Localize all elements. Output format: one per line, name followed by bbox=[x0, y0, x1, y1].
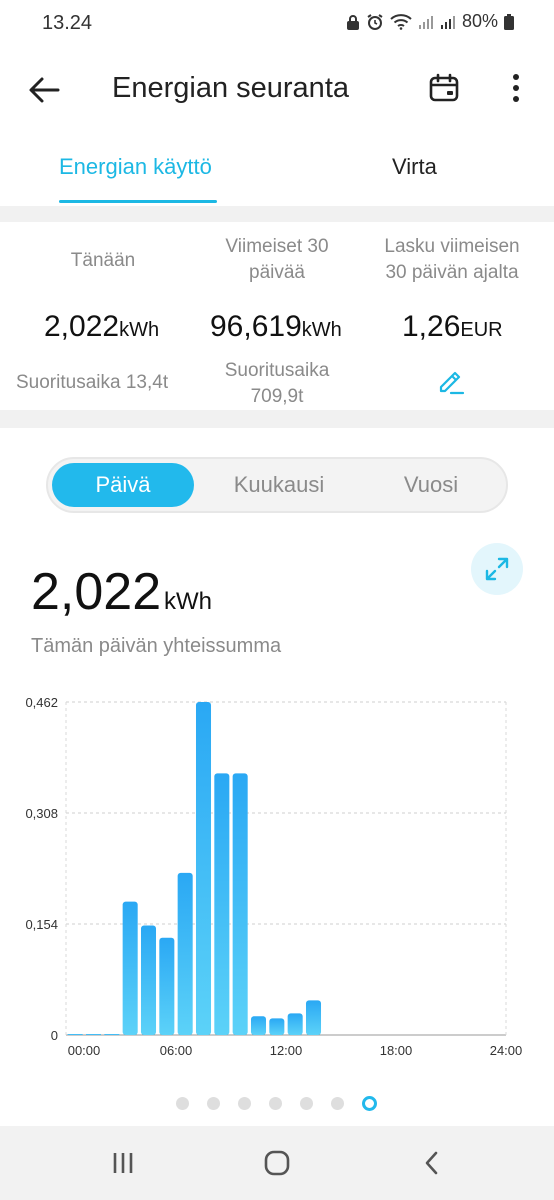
bar-hour-13[interactable] bbox=[305, 1000, 322, 1035]
today-value-number: 2,022 bbox=[44, 310, 120, 343]
back-nav-button[interactable] bbox=[412, 1146, 452, 1180]
last30-runtime-line2: 709,9t bbox=[250, 386, 304, 407]
last30-value: 96,619kWh bbox=[210, 310, 342, 344]
battery-icon bbox=[504, 13, 514, 30]
x-tick-label: 24:00 bbox=[490, 1043, 523, 1058]
chevron-left-icon bbox=[425, 1151, 438, 1175]
alarm-icon bbox=[366, 13, 384, 31]
x-tick-label: 06:00 bbox=[160, 1043, 193, 1058]
bar-hour-09[interactable] bbox=[232, 773, 248, 1035]
edit-rate-button[interactable] bbox=[436, 366, 468, 398]
period-year[interactable]: Vuosi bbox=[360, 463, 502, 507]
bar-hour-04[interactable] bbox=[140, 925, 157, 1035]
last30-label-line2: päivää bbox=[249, 262, 305, 283]
recent-apps-button[interactable] bbox=[103, 1146, 143, 1180]
pager-dot[interactable] bbox=[207, 1097, 220, 1110]
expand-chart-button[interactable] bbox=[471, 543, 523, 595]
today-label: Tänään bbox=[70, 250, 136, 271]
total-value: 2,022 bbox=[31, 563, 162, 621]
bill-value-unit: EUR bbox=[460, 319, 503, 341]
divider bbox=[0, 410, 554, 428]
bar-hour-02[interactable] bbox=[104, 1034, 120, 1035]
bar-hour-06[interactable] bbox=[177, 872, 193, 1035]
back-button[interactable] bbox=[24, 70, 64, 110]
x-tick-label: 00:00 bbox=[68, 1043, 101, 1058]
pager-dot[interactable] bbox=[331, 1097, 344, 1110]
tab-indicator bbox=[59, 200, 217, 203]
more-options-button[interactable] bbox=[500, 68, 532, 108]
tab-bar: Energian käyttö Virta bbox=[0, 140, 554, 206]
last30-label-line1: Viimeiset 30 bbox=[225, 236, 329, 257]
period-day[interactable]: Päivä bbox=[52, 463, 194, 507]
last30-label-block: Viimeiset 30 päivää bbox=[196, 234, 358, 286]
bar-hour-10[interactable] bbox=[250, 1016, 267, 1035]
x-tick-label: 12:00 bbox=[270, 1043, 303, 1058]
pager-dot[interactable] bbox=[238, 1097, 251, 1110]
arrow-left-icon bbox=[29, 77, 60, 103]
y-tick-label: 0,308 bbox=[25, 806, 58, 821]
last30-runtime-line1: Suoritusaika bbox=[224, 360, 330, 381]
divider bbox=[0, 206, 554, 222]
bill-value: 1,26EUR bbox=[402, 310, 503, 344]
bill-value-number: 1,26 bbox=[402, 310, 461, 343]
app-bar: Energian seuranta bbox=[0, 46, 554, 132]
tab-power[interactable]: Virta bbox=[392, 154, 437, 180]
pager-dots bbox=[0, 1094, 554, 1114]
bar-hour-00[interactable] bbox=[67, 1034, 83, 1035]
bar-hour-08[interactable] bbox=[214, 773, 230, 1035]
recent-apps-icon bbox=[113, 1153, 133, 1173]
system-nav-bar bbox=[0, 1126, 554, 1200]
lock-icon bbox=[346, 14, 360, 30]
status-time: 13.24 bbox=[42, 12, 93, 34]
status-bar: 13.24 80% bbox=[0, 0, 554, 46]
home-button[interactable] bbox=[257, 1146, 297, 1180]
today-runtime: Suoritusaika 13,4t bbox=[16, 372, 169, 393]
calendar-icon bbox=[429, 73, 459, 102]
pencil-icon bbox=[439, 371, 465, 395]
signal-icon-2 bbox=[440, 14, 456, 30]
expand-icon bbox=[485, 557, 509, 581]
total-caption: Tämän päivän yhteissumma bbox=[31, 635, 282, 657]
bar-hour-12[interactable] bbox=[287, 1013, 303, 1035]
pager-dot[interactable] bbox=[269, 1097, 282, 1110]
bar-hour-05[interactable] bbox=[159, 937, 175, 1035]
x-tick-label: 18:00 bbox=[380, 1043, 413, 1058]
last30-value-number: 96,619 bbox=[210, 310, 302, 343]
wifi-icon bbox=[390, 13, 412, 30]
bar-hour-01[interactable] bbox=[85, 1034, 102, 1035]
today-value-unit: kWh bbox=[119, 319, 160, 341]
calendar-button[interactable] bbox=[424, 68, 464, 108]
bar-hour-07[interactable] bbox=[195, 702, 212, 1035]
total-unit: kWh bbox=[164, 588, 212, 615]
pager-dot[interactable] bbox=[300, 1097, 313, 1110]
y-tick-label: 0 bbox=[51, 1028, 58, 1043]
bill-label-line1: Lasku viimeisen bbox=[384, 236, 520, 257]
home-icon bbox=[264, 1150, 290, 1176]
page-title: Energian seuranta bbox=[112, 72, 349, 104]
pager-dot[interactable] bbox=[362, 1096, 377, 1111]
bar-hour-03[interactable] bbox=[122, 901, 138, 1035]
bar-hour-11[interactable] bbox=[269, 1018, 285, 1035]
battery-level: 80% bbox=[461, 11, 498, 31]
hourly-energy-chart: 0 0,154 0,308 0,462 00:00 06:00 12:00 18:00 24:0… bbox=[25, 695, 523, 1058]
status-icons: 80% bbox=[346, 11, 514, 32]
more-vertical-icon bbox=[513, 74, 519, 102]
pager-dot[interactable] bbox=[176, 1097, 189, 1110]
tab-energy-usage[interactable]: Energian käyttö bbox=[59, 154, 212, 180]
period-selector: Päivä Kuukausi Vuosi bbox=[46, 457, 508, 513]
y-tick-label: 0,154 bbox=[25, 917, 58, 932]
bill-label-line2: 30 päivän ajalta bbox=[385, 262, 519, 283]
signal-icon bbox=[418, 14, 434, 30]
y-tick-label: 0,462 bbox=[25, 695, 58, 710]
today-label-block: Tänään bbox=[0, 248, 206, 274]
summary-panel: Tänään Viimeiset 30 päivää Lasku viimeis… bbox=[0, 222, 554, 410]
last30-value-unit: kWh bbox=[301, 319, 342, 341]
today-value: 2,022kWh bbox=[44, 310, 159, 344]
bill-label-block: Lasku viimeisen 30 päivän ajalta bbox=[362, 234, 542, 286]
period-month[interactable]: Kuukausi bbox=[208, 463, 350, 507]
